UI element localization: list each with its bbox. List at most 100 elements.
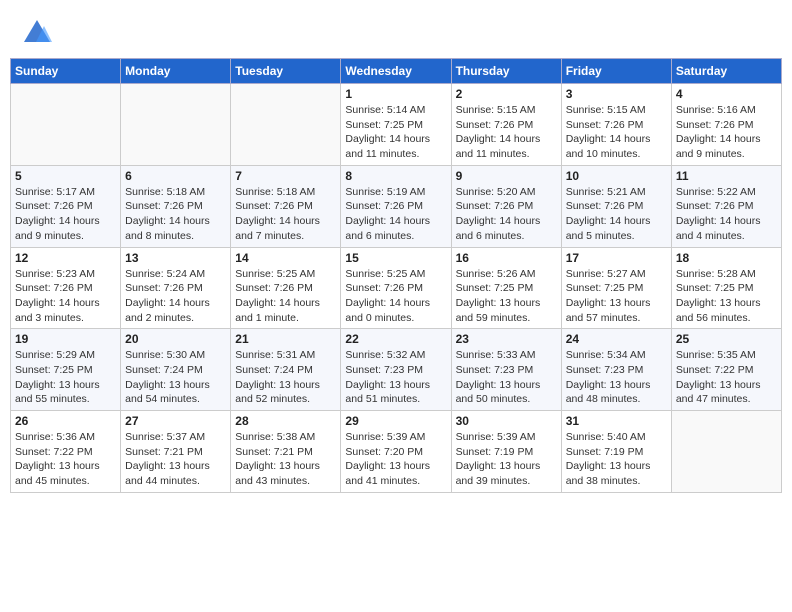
day-number: 4 [676, 87, 777, 101]
calendar-week-5: 26 Sunrise: 5:36 AM Sunset: 7:22 PM Dayli… [11, 411, 782, 493]
calendar-week-1: 1 Sunrise: 5:14 AM Sunset: 7:25 PM Daylig… [11, 84, 782, 166]
day-number: 24 [566, 332, 667, 346]
calendar-day: 3 Sunrise: 5:15 AM Sunset: 7:26 PM Daylig… [561, 84, 671, 166]
day-number: 16 [456, 251, 557, 265]
day-number: 17 [566, 251, 667, 265]
calendar-day: 16 Sunrise: 5:26 AM Sunset: 7:25 PM Dayli… [451, 247, 561, 329]
day-number: 6 [125, 169, 226, 183]
calendar-day: 25 Sunrise: 5:35 AM Sunset: 7:22 PM Dayli… [671, 329, 781, 411]
day-number: 31 [566, 414, 667, 428]
day-number: 21 [235, 332, 336, 346]
calendar-day: 10 Sunrise: 5:21 AM Sunset: 7:26 PM Dayli… [561, 165, 671, 247]
calendar-day: 7 Sunrise: 5:18 AM Sunset: 7:26 PM Daylig… [231, 165, 341, 247]
calendar-header-row: SundayMondayTuesdayWednesdayThursdayFrid… [11, 59, 782, 84]
calendar-day: 8Sunrise: 5:19 AM Sunset: 7:26 PM Daylig… [341, 165, 451, 247]
day-number: 20 [125, 332, 226, 346]
logo-icon [22, 18, 52, 48]
day-info: Sunrise: 5:21 AM Sunset: 7:26 PM Dayligh… [566, 185, 667, 244]
day-number: 18 [676, 251, 777, 265]
calendar-day: 13 Sunrise: 5:24 AM Sunset: 7:26 PM Dayli… [121, 247, 231, 329]
calendar-table: SundayMondayTuesdayWednesdayThursdayFrid… [10, 58, 782, 493]
calendar-day: 17 Sunrise: 5:27 AM Sunset: 7:25 PM Dayli… [561, 247, 671, 329]
day-info: Sunrise: 5:34 AM Sunset: 7:23 PM Dayligh… [566, 348, 667, 407]
calendar-day: 2 Sunrise: 5:15 AM Sunset: 7:26 PM Daylig… [451, 84, 561, 166]
day-info: Sunrise: 5:25 AM Sunset: 7:26 PM Dayligh… [235, 267, 336, 326]
day-info: Sunrise: 5:14 AM Sunset: 7:25 PM Dayligh… [345, 103, 446, 162]
day-number: 30 [456, 414, 557, 428]
calendar-day [231, 84, 341, 166]
day-number: 11 [676, 169, 777, 183]
day-info: Sunrise: 5:35 AM Sunset: 7:22 PM Dayligh… [676, 348, 777, 407]
calendar-week-3: 12 Sunrise: 5:23 AM Sunset: 7:26 PM Dayli… [11, 247, 782, 329]
calendar-day: 4 Sunrise: 5:16 AM Sunset: 7:26 PM Daylig… [671, 84, 781, 166]
calendar-day: 14 Sunrise: 5:25 AM Sunset: 7:26 PM Dayli… [231, 247, 341, 329]
day-header-saturday: Saturday [671, 59, 781, 84]
day-number: 9 [456, 169, 557, 183]
calendar-day [11, 84, 121, 166]
day-info: Sunrise: 5:40 AM Sunset: 7:19 PM Dayligh… [566, 430, 667, 489]
calendar-day: 6 Sunrise: 5:18 AM Sunset: 7:26 PM Daylig… [121, 165, 231, 247]
day-number: 26 [15, 414, 116, 428]
day-info: Sunrise: 5:39 AM Sunset: 7:20 PM Dayligh… [345, 430, 446, 489]
day-number: 15 [345, 251, 446, 265]
day-header-monday: Monday [121, 59, 231, 84]
calendar-day: 29 Sunrise: 5:39 AM Sunset: 7:20 PM Dayli… [341, 411, 451, 493]
day-info: Sunrise: 5:18 AM Sunset: 7:26 PM Dayligh… [125, 185, 226, 244]
calendar-day: 19 Sunrise: 5:29 AM Sunset: 7:25 PM Dayli… [11, 329, 121, 411]
header [10, 10, 782, 52]
day-number: 22 [345, 332, 446, 346]
calendar-day: 12 Sunrise: 5:23 AM Sunset: 7:26 PM Dayli… [11, 247, 121, 329]
calendar-day: 26 Sunrise: 5:36 AM Sunset: 7:22 PM Dayli… [11, 411, 121, 493]
calendar-day: 23Sunrise: 5:33 AM Sunset: 7:23 PM Dayli… [451, 329, 561, 411]
day-number: 1 [345, 87, 446, 101]
day-info: Sunrise: 5:31 AM Sunset: 7:24 PM Dayligh… [235, 348, 336, 407]
calendar-day: 22Sunrise: 5:32 AM Sunset: 7:23 PM Dayli… [341, 329, 451, 411]
calendar-day: 15Sunrise: 5:25 AM Sunset: 7:26 PM Dayli… [341, 247, 451, 329]
day-header-sunday: Sunday [11, 59, 121, 84]
day-info: Sunrise: 5:15 AM Sunset: 7:26 PM Dayligh… [456, 103, 557, 162]
day-info: Sunrise: 5:38 AM Sunset: 7:21 PM Dayligh… [235, 430, 336, 489]
calendar-day: 27 Sunrise: 5:37 AM Sunset: 7:21 PM Dayli… [121, 411, 231, 493]
day-number: 10 [566, 169, 667, 183]
day-header-wednesday: Wednesday [341, 59, 451, 84]
calendar-day: 9Sunrise: 5:20 AM Sunset: 7:26 PM Daylig… [451, 165, 561, 247]
day-info: Sunrise: 5:18 AM Sunset: 7:26 PM Dayligh… [235, 185, 336, 244]
day-number: 25 [676, 332, 777, 346]
calendar-day: 21 Sunrise: 5:31 AM Sunset: 7:24 PM Dayli… [231, 329, 341, 411]
calendar-day: 28Sunrise: 5:38 AM Sunset: 7:21 PM Dayli… [231, 411, 341, 493]
day-number: 13 [125, 251, 226, 265]
day-number: 14 [235, 251, 336, 265]
day-number: 3 [566, 87, 667, 101]
day-info: Sunrise: 5:23 AM Sunset: 7:26 PM Dayligh… [15, 267, 116, 326]
day-info: Sunrise: 5:16 AM Sunset: 7:26 PM Dayligh… [676, 103, 777, 162]
day-number: 5 [15, 169, 116, 183]
day-info: Sunrise: 5:37 AM Sunset: 7:21 PM Dayligh… [125, 430, 226, 489]
calendar-day: 24 Sunrise: 5:34 AM Sunset: 7:23 PM Dayli… [561, 329, 671, 411]
calendar-day: 31 Sunrise: 5:40 AM Sunset: 7:19 PM Dayli… [561, 411, 671, 493]
day-info: Sunrise: 5:29 AM Sunset: 7:25 PM Dayligh… [15, 348, 116, 407]
day-info: Sunrise: 5:22 AM Sunset: 7:26 PM Dayligh… [676, 185, 777, 244]
day-info: Sunrise: 5:27 AM Sunset: 7:25 PM Dayligh… [566, 267, 667, 326]
calendar-week-2: 5 Sunrise: 5:17 AM Sunset: 7:26 PM Daylig… [11, 165, 782, 247]
calendar-day: 1 Sunrise: 5:14 AM Sunset: 7:25 PM Daylig… [341, 84, 451, 166]
day-number: 29 [345, 414, 446, 428]
day-info: Sunrise: 5:39 AM Sunset: 7:19 PM Dayligh… [456, 430, 557, 489]
day-number: 2 [456, 87, 557, 101]
day-info: Sunrise: 5:26 AM Sunset: 7:25 PM Dayligh… [456, 267, 557, 326]
day-info: Sunrise: 5:17 AM Sunset: 7:26 PM Dayligh… [15, 185, 116, 244]
day-number: 23 [456, 332, 557, 346]
day-info: Sunrise: 5:36 AM Sunset: 7:22 PM Dayligh… [15, 430, 116, 489]
day-number: 27 [125, 414, 226, 428]
day-header-thursday: Thursday [451, 59, 561, 84]
day-info: Sunrise: 5:30 AM Sunset: 7:24 PM Dayligh… [125, 348, 226, 407]
calendar-week-4: 19 Sunrise: 5:29 AM Sunset: 7:25 PM Dayli… [11, 329, 782, 411]
calendar-day: 30 Sunrise: 5:39 AM Sunset: 7:19 PM Dayli… [451, 411, 561, 493]
day-number: 7 [235, 169, 336, 183]
day-info: Sunrise: 5:15 AM Sunset: 7:26 PM Dayligh… [566, 103, 667, 162]
logo [22, 18, 56, 48]
day-info: Sunrise: 5:24 AM Sunset: 7:26 PM Dayligh… [125, 267, 226, 326]
day-number: 12 [15, 251, 116, 265]
day-info: Sunrise: 5:19 AM Sunset: 7:26 PM Dayligh… [345, 185, 446, 244]
day-number: 19 [15, 332, 116, 346]
day-info: Sunrise: 5:28 AM Sunset: 7:25 PM Dayligh… [676, 267, 777, 326]
